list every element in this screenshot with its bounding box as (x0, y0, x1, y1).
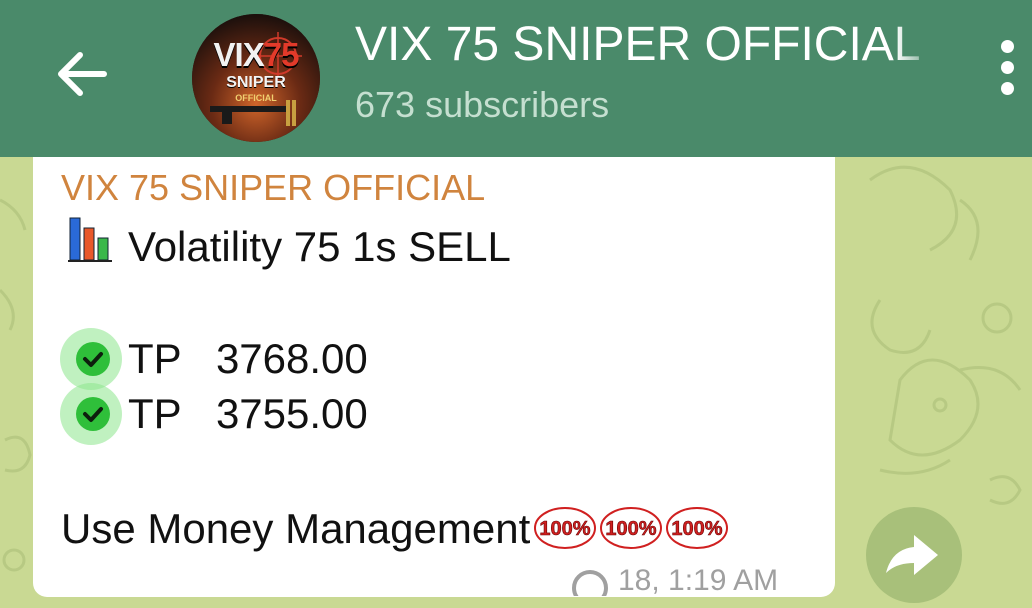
avatar-logo-sub: SNIPER (226, 74, 286, 91)
hundred-percent-icon: 100% (598, 506, 664, 550)
take-profit-row: TP 3768.00 (60, 328, 368, 390)
avatar-logo: VIX75 SNIPER OFFICIAL (192, 14, 320, 142)
avatar-logo-sub2: OFFICIAL (235, 93, 277, 103)
svg-text:100%: 100% (672, 518, 723, 540)
avatar-logo-main: VIX75 (213, 36, 300, 73)
svg-text:100%: 100% (606, 518, 657, 540)
subscriber-count: 673 subscribers (355, 84, 610, 125)
take-profit-label: TP (128, 335, 181, 382)
check-mark-icon (60, 383, 128, 445)
take-profit-value: 3768.00 (215, 335, 368, 382)
more-menu-button[interactable] (990, 40, 1026, 110)
title-fade (895, 14, 940, 74)
take-profit-value: 3755.00 (215, 390, 368, 437)
take-profit-label: TP (128, 390, 181, 437)
channel-title[interactable]: VIX 75 SNIPER OFFICIAL (355, 16, 935, 74)
eye-views-icon (572, 570, 608, 606)
money-management-line: Use Money Management 100% 100% 100% (61, 504, 730, 554)
channel-avatar[interactable]: VIX75 SNIPER OFFICIAL (192, 14, 320, 142)
channel-header: VIX75 SNIPER OFFICIAL VIX 75 SNIPER OFFI… (0, 0, 1032, 157)
hundred-percent-icon: 100% (664, 506, 730, 550)
hundred-percent-icon: 100% (532, 506, 598, 550)
signal-text: Volatility 75 1s SELL (128, 223, 511, 270)
back-button[interactable] (50, 42, 114, 106)
more-vertical-icon-dot (1001, 82, 1014, 95)
check-mark-icon (60, 328, 128, 390)
more-vertical-icon-dot (1001, 61, 1014, 74)
bar-chart-icon (68, 217, 112, 262)
svg-text:100%: 100% (540, 518, 591, 540)
arrow-left-icon (58, 52, 107, 96)
money-management-text: Use Money Management (61, 505, 531, 552)
take-profit-row: TP 3755.00 (60, 383, 368, 445)
message-sender[interactable]: VIX 75 SNIPER OFFICIAL (61, 167, 485, 209)
forward-button[interactable] (866, 507, 962, 603)
forward-icon (886, 535, 938, 575)
more-vertical-icon (1001, 40, 1014, 53)
message-time: 18, 1:19 AM (570, 566, 778, 606)
signal-line: Volatility 75 1s SELL (68, 217, 511, 272)
hundred-percent-badges: 100% 100% 100% (532, 504, 730, 554)
